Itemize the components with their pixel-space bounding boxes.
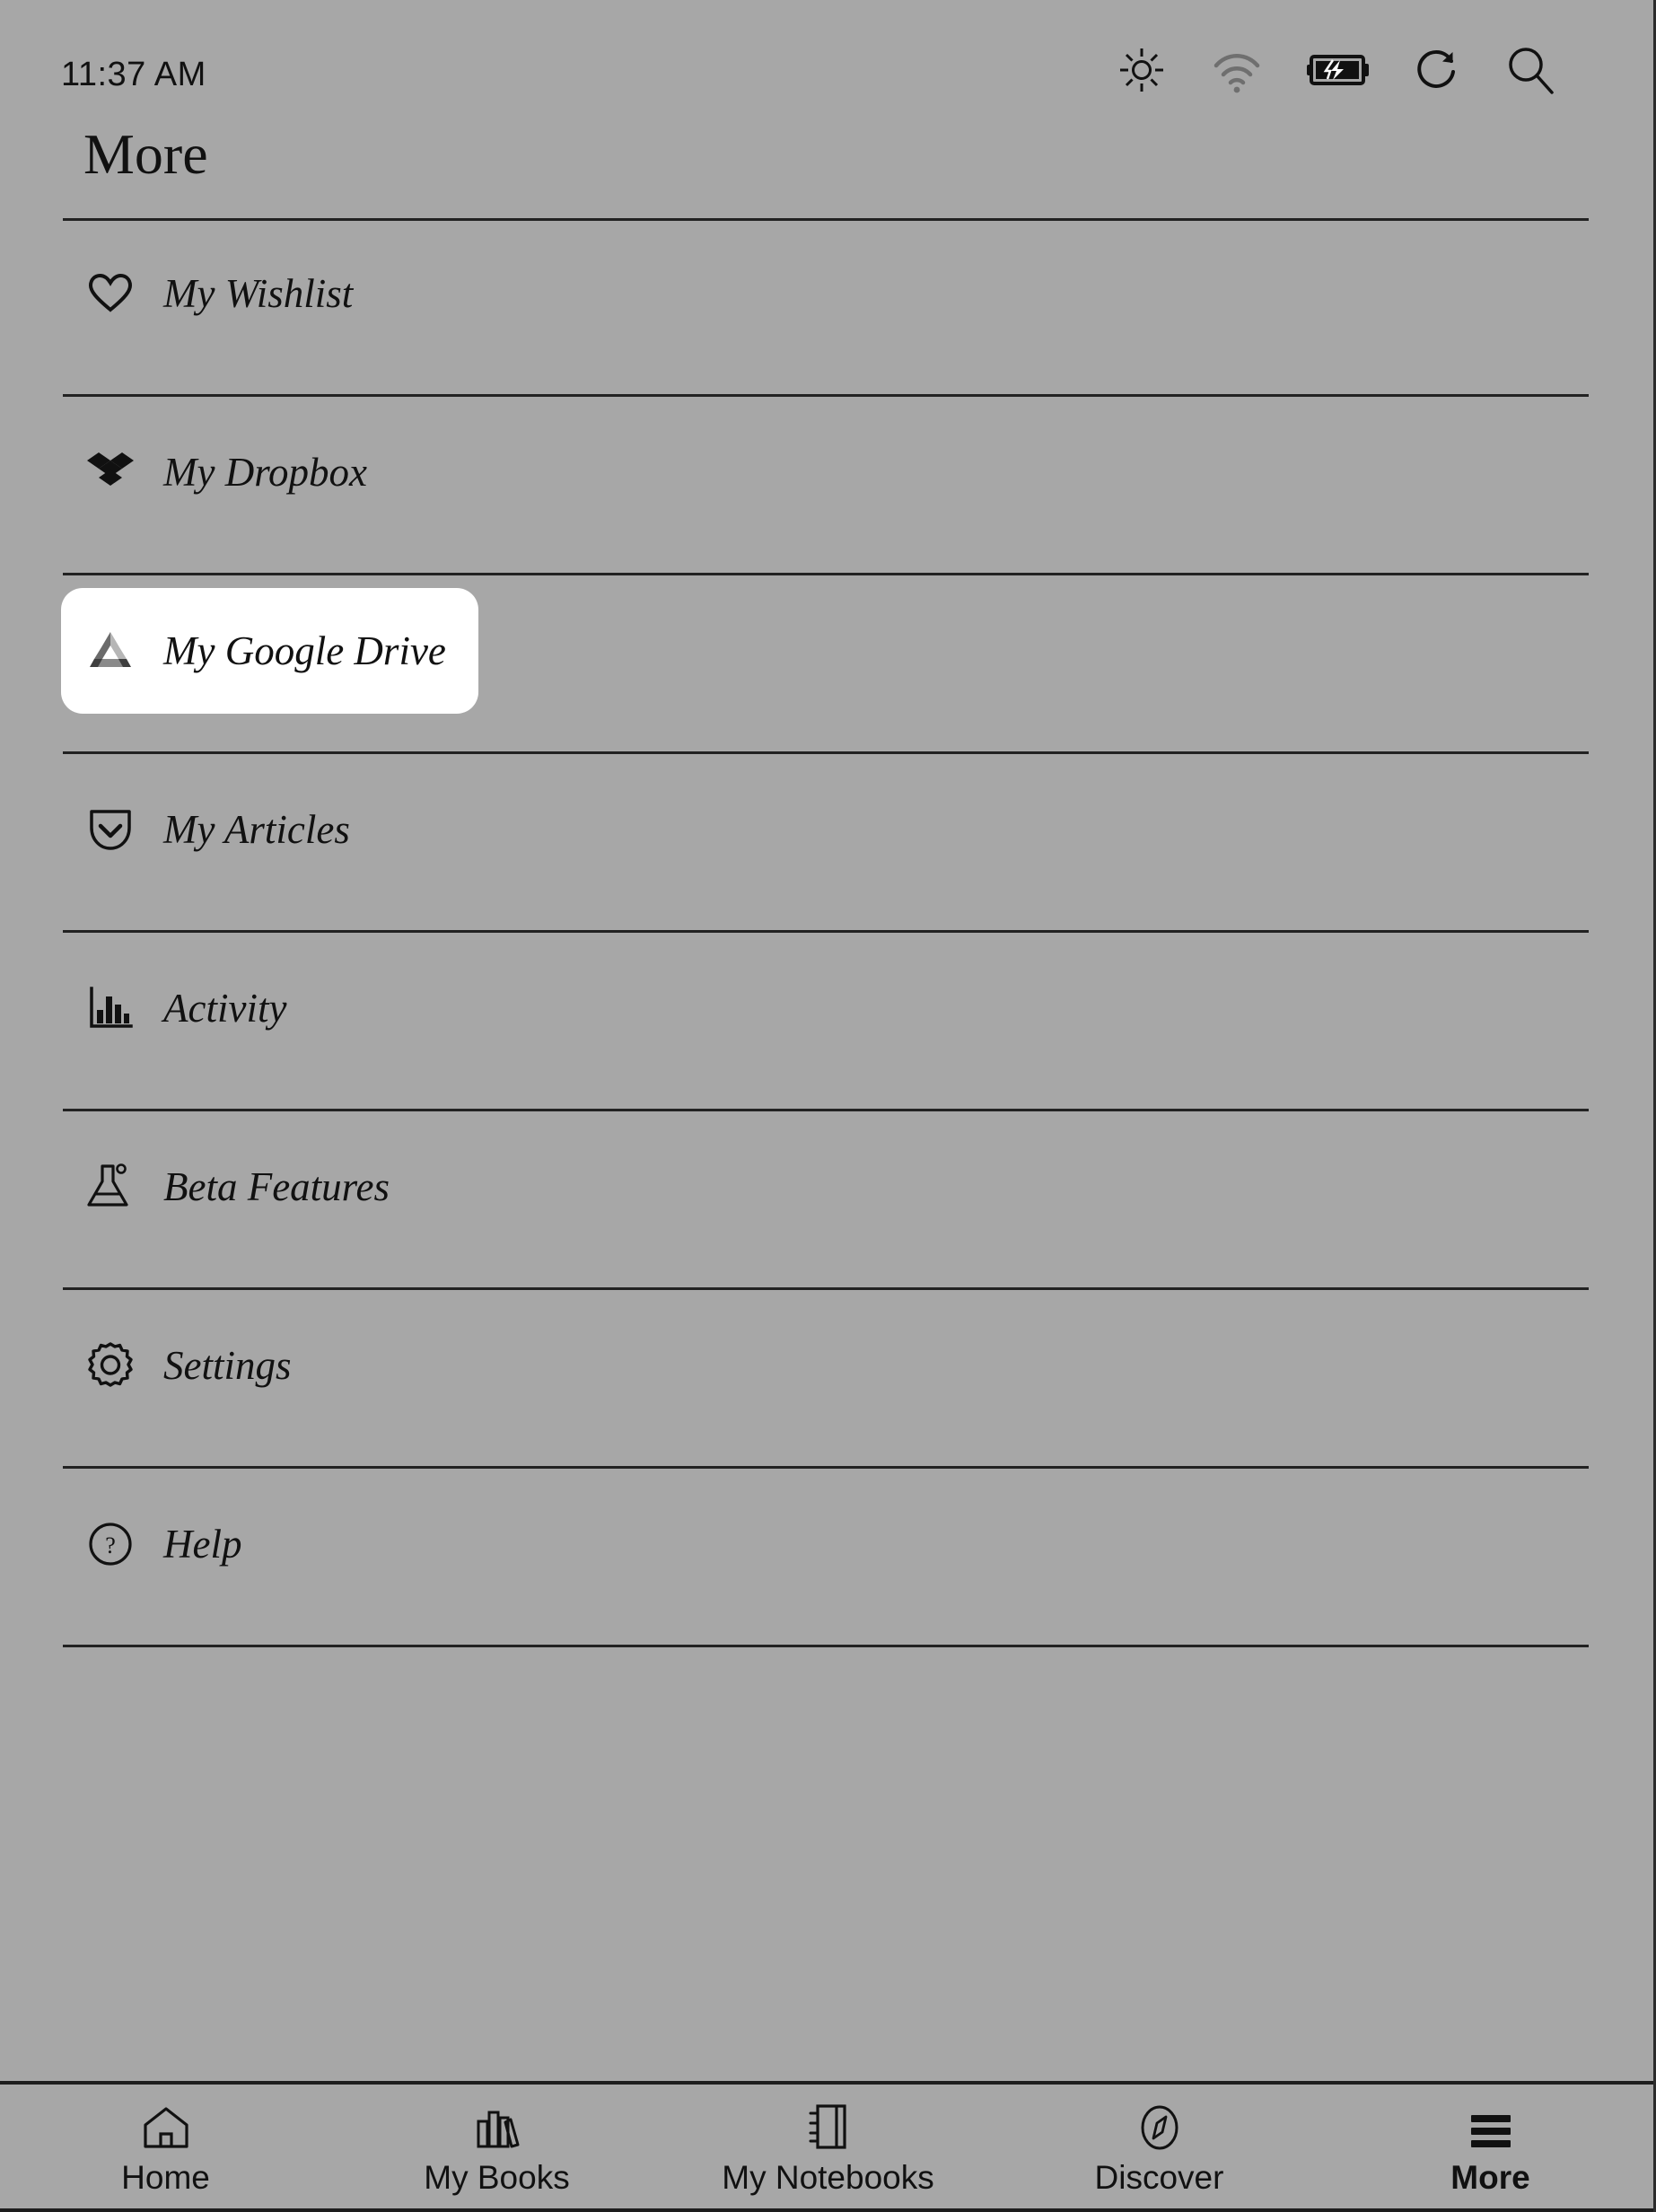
menu-item-label: My Dropbox bbox=[163, 450, 368, 495]
battery-charging-icon[interactable] bbox=[1306, 50, 1371, 94]
menu-item-label: My Google Drive bbox=[163, 628, 446, 673]
menu-item-label: Settings bbox=[163, 1343, 292, 1388]
wifi-icon[interactable] bbox=[1209, 44, 1265, 101]
menu-item-label: Beta Features bbox=[163, 1164, 390, 1209]
google-drive-icon bbox=[61, 615, 160, 687]
svg-text:?: ? bbox=[105, 1532, 116, 1558]
page-title: More bbox=[83, 122, 208, 186]
nav-tab-my-books[interactable]: My Books bbox=[331, 2085, 662, 2208]
row-divider bbox=[63, 1645, 1589, 1647]
nav-tab-label: Discover bbox=[1094, 2159, 1224, 2196]
status-icon-tray bbox=[1116, 43, 1557, 101]
hamburger-icon bbox=[1466, 2102, 1516, 2152]
menu-item-beta-features[interactable]: Beta Features bbox=[0, 1111, 1653, 1290]
menu-item-settings[interactable]: Settings bbox=[0, 1290, 1653, 1469]
flask-icon bbox=[61, 1151, 160, 1223]
menu-item-label: My Wishlist bbox=[163, 271, 354, 316]
menu-item-my-wishlist[interactable]: My Wishlist bbox=[0, 218, 1653, 397]
bar-chart-icon bbox=[61, 972, 160, 1044]
nav-tab-label: My Books bbox=[424, 2159, 570, 2196]
nav-tab-label: Home bbox=[121, 2159, 210, 2196]
menu-item-my-articles[interactable]: My Articles bbox=[0, 754, 1653, 933]
menu-item-label: My Articles bbox=[163, 807, 350, 852]
notebook-icon bbox=[805, 2102, 852, 2152]
more-menu-list: My Wishlist My Dropbox My Google Drive M… bbox=[0, 218, 1653, 1647]
search-icon[interactable] bbox=[1503, 43, 1557, 101]
gear-icon bbox=[61, 1330, 160, 1401]
nav-tab-more[interactable]: More bbox=[1325, 2085, 1653, 2208]
pocket-icon bbox=[61, 794, 160, 865]
nav-tab-label: More bbox=[1450, 2159, 1530, 2196]
nav-tab-home[interactable]: Home bbox=[0, 2085, 331, 2208]
menu-item-label: Help bbox=[163, 1522, 242, 1567]
status-bar: 11:37 AM bbox=[0, 0, 1653, 115]
heart-icon bbox=[61, 258, 160, 329]
nav-tab-discover[interactable]: Discover bbox=[994, 2085, 1325, 2208]
brightness-icon[interactable] bbox=[1116, 44, 1168, 101]
bottom-navigation-bar: Home My Books My Notebooks Discover More bbox=[0, 2081, 1653, 2212]
question-circle-icon: ? bbox=[61, 1508, 160, 1580]
dropbox-icon bbox=[61, 436, 160, 508]
menu-item-activity[interactable]: Activity bbox=[0, 933, 1653, 1111]
house-icon bbox=[140, 2102, 192, 2152]
nav-tab-my-notebooks[interactable]: My Notebooks bbox=[662, 2085, 994, 2208]
books-icon bbox=[471, 2102, 523, 2152]
nav-tab-label: My Notebooks bbox=[722, 2159, 934, 2196]
compass-icon bbox=[1135, 2102, 1184, 2152]
status-time: 11:37 AM bbox=[61, 56, 206, 93]
menu-item-my-dropbox[interactable]: My Dropbox bbox=[0, 397, 1653, 575]
menu-item-help[interactable]: ? Help bbox=[0, 1469, 1653, 1647]
sync-icon[interactable] bbox=[1412, 45, 1462, 100]
menu-item-label: Activity bbox=[163, 986, 287, 1031]
eink-reader-screen: 11:37 AM More My Wishlist My Dropbox My … bbox=[0, 0, 1656, 2212]
menu-item-my-google-drive[interactable]: My Google Drive bbox=[0, 575, 1653, 754]
